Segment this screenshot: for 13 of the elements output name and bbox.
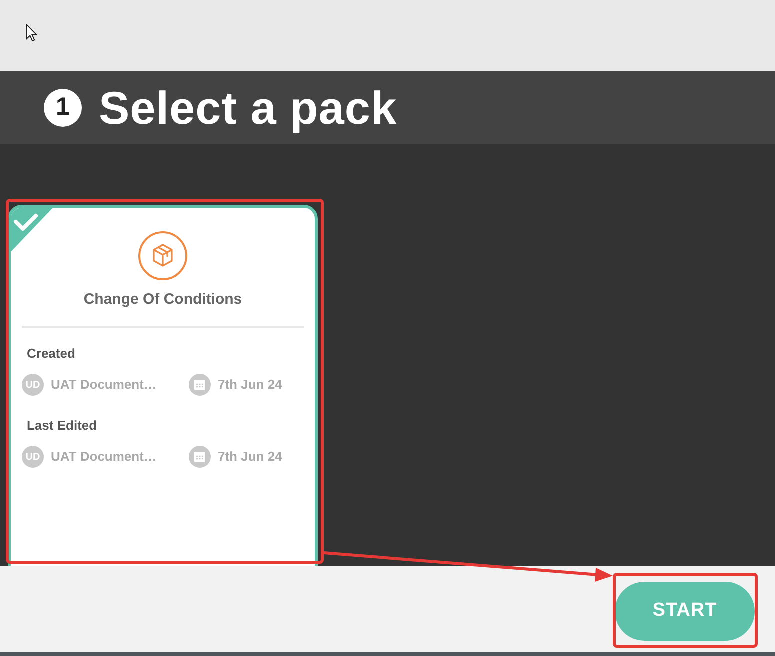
date-text: 7th Jun 24 [218, 448, 282, 466]
step-number: 1 [44, 88, 82, 126]
section-label: Created [27, 345, 76, 363]
cursor-icon [26, 24, 38, 42]
user-name: UAT Document… [51, 448, 157, 466]
user-name: UAT Document… [51, 376, 157, 394]
section-label: Last Edited [27, 417, 98, 435]
calendar-icon [189, 446, 211, 468]
date-text: 7th Jun 24 [218, 376, 282, 394]
check-icon [11, 208, 53, 252]
box-icon [138, 231, 188, 281]
calendar-icon [189, 374, 211, 396]
pack-title: Change Of Conditions [84, 290, 242, 310]
